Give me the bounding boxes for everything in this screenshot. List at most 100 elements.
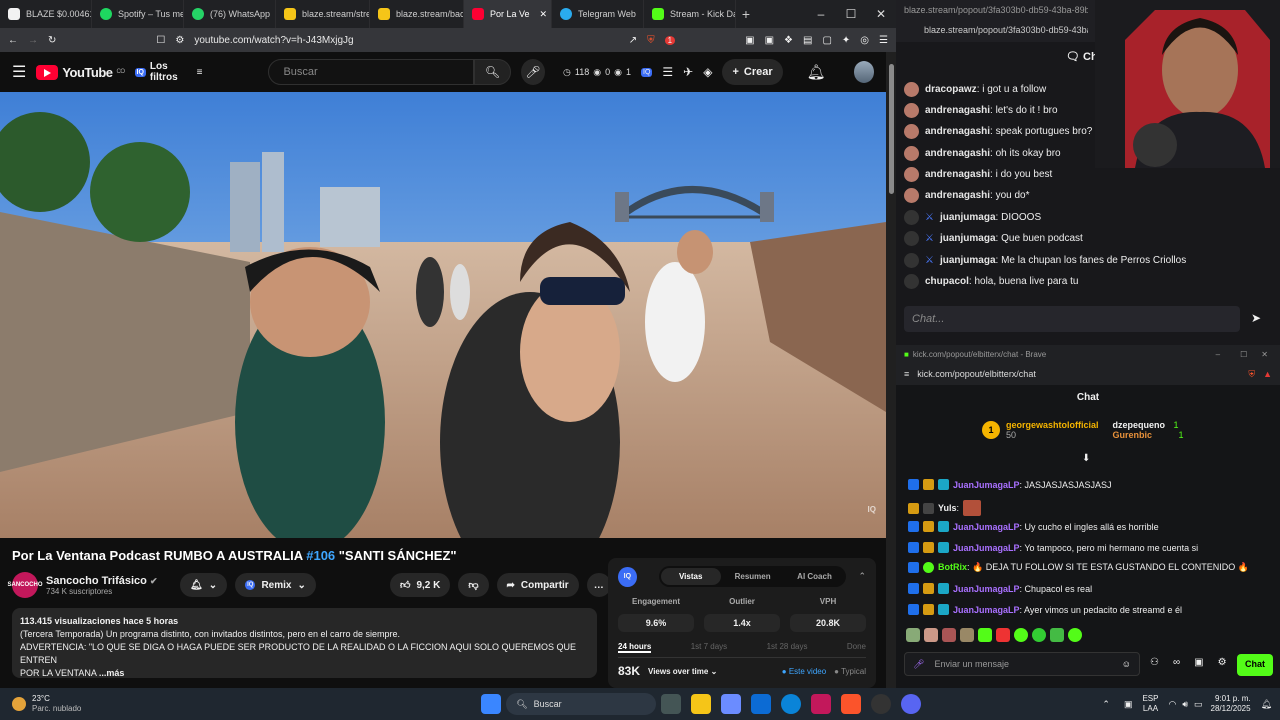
channel-name[interactable]: Sancocho Trifásico: [46, 575, 147, 587]
chat-username[interactable]: dracopawz: [925, 84, 977, 95]
brave-shield-icon[interactable]: ⛨: [647, 35, 655, 46]
range-7d[interactable]: 1st 7 days: [691, 642, 727, 653]
copilot-icon[interactable]: [721, 694, 742, 714]
tab-resumen[interactable]: Resumen: [723, 568, 783, 585]
create-button[interactable]: + Crear: [722, 59, 783, 85]
kick-username[interactable]: JuanJumagaLP: [953, 543, 1020, 553]
kick-username[interactable]: JuanJumagaLP: [953, 605, 1020, 615]
emote-icon[interactable]: [996, 628, 1010, 642]
chat-username[interactable]: juanjumaga: [940, 255, 996, 266]
show-more-link[interactable]: ...más: [99, 668, 125, 678]
rocket-icon[interactable]: ✈: [683, 65, 693, 79]
emote-icon[interactable]: [1014, 628, 1028, 642]
close-window-button[interactable]: ✕: [866, 7, 896, 21]
store-icon[interactable]: ▣: [1194, 657, 1203, 668]
tab-vistas[interactable]: Vistas: [660, 568, 721, 585]
tab-telegram[interactable]: Telegram Web: [552, 0, 644, 28]
chat-username[interactable]: juanjumaga: [940, 233, 996, 244]
emote-icon[interactable]: [978, 628, 992, 642]
share-icon[interactable]: ↗: [629, 35, 637, 46]
views-over-time-dropdown[interactable]: Views over time ⌄: [648, 667, 717, 676]
tab-blaze-stream[interactable]: blaze.stream/stre: [276, 0, 370, 28]
chat-input[interactable]: Chat...: [904, 306, 1240, 332]
popout-url[interactable]: blaze.stream/popout/3fa303b0-db59-43ba-8…: [904, 25, 1088, 35]
tab-whatsapp[interactable]: (76) WhatsApp: [184, 0, 276, 28]
kick-username[interactable]: JuanJumagaLP: [953, 584, 1020, 594]
avatar[interactable]: [853, 61, 874, 83]
tab-blaze-stream-2[interactable]: blaze.stream/bac: [370, 0, 464, 28]
new-tab-button[interactable]: +: [736, 6, 756, 22]
youtube-logo[interactable]: YouTube CO: [36, 64, 125, 80]
windows-start-icon[interactable]: [481, 694, 502, 714]
language-indicator[interactable]: ESP LAA: [1142, 694, 1158, 714]
obs-icon[interactable]: [871, 694, 892, 714]
extension-icon[interactable]: ▣: [765, 35, 774, 46]
clock[interactable]: 9:01 p. m. 28/12/2025: [1211, 694, 1251, 714]
dislike-button[interactable]: 👎︎: [458, 573, 489, 597]
tray-expand-icon[interactable]: ⌃: [1102, 699, 1110, 710]
back-icon[interactable]: ←: [8, 35, 18, 46]
emote-icon[interactable]: [906, 628, 920, 642]
minimize-button[interactable]: –: [1216, 350, 1220, 360]
chat-username[interactable]: andrenagashi: [925, 190, 990, 201]
description-box[interactable]: 113.415 visualizaciones hace 5 horas (Te…: [12, 608, 597, 678]
tag-icon[interactable]: ◈: [703, 65, 712, 79]
emote-icon[interactable]: [924, 628, 938, 642]
top-gifter-1[interactable]: georgewashtolofficial 50: [1006, 420, 1099, 440]
chat-username[interactable]: andrenagashi: [925, 105, 990, 116]
channel-name-row[interactable]: Sancocho Trifásico ✔: [46, 575, 166, 587]
chat-username[interactable]: andrenagashi: [925, 169, 990, 180]
menu-icon[interactable]: ☰: [879, 35, 888, 46]
tray-app-icon[interactable]: ▣: [1124, 699, 1133, 710]
microphone-icon[interactable]: 🎤︎: [913, 659, 924, 670]
reload-icon[interactable]: ↻: [48, 35, 56, 46]
forward-icon[interactable]: →: [28, 35, 38, 46]
vpn-icon[interactable]: ◎: [860, 35, 869, 46]
video-player[interactable]: IQ: [0, 92, 886, 538]
like-button[interactable]: 👍︎ 9,2 K: [390, 573, 451, 597]
notifications-bell-icon[interactable]: 🔔︎: [807, 63, 826, 81]
emote-icon[interactable]: [1068, 628, 1082, 642]
volume-icon[interactable]: 🔊︎: [1182, 699, 1188, 710]
maximize-button[interactable]: ☐: [836, 7, 866, 21]
tab-blaze[interactable]: BLAZE $0.004610: [0, 0, 92, 28]
title-hashtag[interactable]: #106: [306, 548, 335, 563]
notification-icon[interactable]: 🔔︎: [1261, 699, 1272, 710]
file-explorer-icon[interactable]: [691, 694, 712, 714]
chat-username[interactable]: juanjumaga: [940, 212, 996, 223]
taskbar-search[interactable]: 🔍︎ Buscar: [506, 693, 657, 715]
edge-icon[interactable]: [781, 694, 802, 714]
remix-button[interactable]: IQ Remix ⌄: [235, 573, 316, 597]
discord-icon[interactable]: [901, 694, 922, 714]
tab-youtube[interactable]: Por La Ve ✕: [464, 0, 552, 28]
tab-kick[interactable]: Stream - Kick Da: [644, 0, 736, 28]
site-settings-icon[interactable]: ≡: [904, 369, 909, 381]
kick-url[interactable]: kick.com/popout/elbitterx/chat: [917, 369, 1036, 381]
link-icon[interactable]: ∞: [1173, 657, 1180, 668]
send-icon[interactable]: ➤: [1251, 311, 1261, 325]
range-done[interactable]: Done: [847, 642, 866, 653]
chat-username[interactable]: chupacol: [925, 276, 969, 287]
task-view-icon[interactable]: [661, 694, 682, 714]
sidebar-icon[interactable]: ▤: [803, 35, 812, 46]
voice-search-button[interactable]: 🎤︎: [521, 59, 546, 85]
kick-username[interactable]: JuanJumagaLP: [953, 480, 1020, 490]
rewards-badge[interactable]: 1: [664, 35, 676, 45]
brave-shield-icon[interactable]: ⛨: [1248, 369, 1255, 381]
minimize-button[interactable]: –: [806, 7, 836, 21]
channel-avatar[interactable]: SANCOCHO: [8, 572, 43, 598]
filters-button[interactable]: IQ Los filtros ≡: [134, 61, 202, 83]
brave-icon[interactable]: [841, 694, 862, 714]
extensions-puzzle-icon[interactable]: ❖: [784, 35, 793, 46]
store-icon[interactable]: [751, 694, 772, 714]
emote-icon[interactable]: [1032, 628, 1046, 642]
kick-username[interactable]: BotRix: [938, 562, 967, 572]
close-tab-icon[interactable]: ✕: [540, 9, 548, 20]
share-button[interactable]: ➦ Compartir: [496, 573, 579, 597]
scrollbar-thumb[interactable]: [889, 64, 894, 194]
scroll-down-icon[interactable]: ⬇︎: [1082, 453, 1090, 464]
kick-username[interactable]: JuanJumagaLP: [953, 522, 1020, 532]
chat-username[interactable]: andrenagashi: [925, 126, 990, 137]
bookmark-icon[interactable]: ☐: [156, 35, 165, 46]
wallet-icon[interactable]: ▢: [822, 35, 831, 46]
